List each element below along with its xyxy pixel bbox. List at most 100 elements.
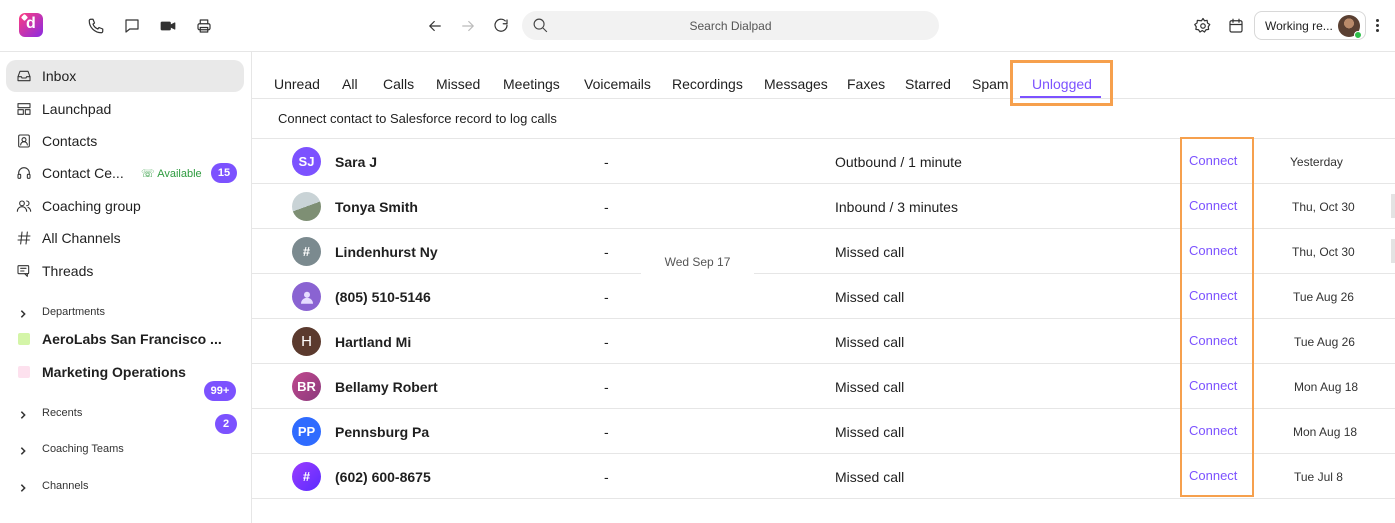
chevron-right-icon [18,306,30,318]
chevron-right-icon [18,443,30,455]
people-icon [16,198,33,215]
department-aerolabs[interactable]: AeroLabs San Francisco ... [18,328,222,350]
record-placeholder: - [604,379,609,395]
contact-avatar: PP [292,417,321,446]
phone-icon[interactable] [86,16,106,36]
highlight-box-connect [1180,137,1254,497]
call-date: Mon Aug 18 [1293,425,1358,439]
record-placeholder: - [604,334,609,350]
calendar-icon[interactable] [1226,16,1246,36]
inbox-icon [16,68,33,85]
record-placeholder: - [604,244,609,260]
contact-avatar: # [292,462,321,491]
contact-name: Tonya Smith [335,199,418,215]
search-input[interactable]: Search Dialpad [522,11,939,40]
call-date: Tue Jul 8 [1294,470,1343,484]
sidebar-item-coaching-group[interactable]: Coaching group [6,190,244,222]
tab-faxes[interactable]: Faxes [847,76,885,92]
sidebar-item-inbox[interactable]: Inbox [6,60,244,92]
avatar[interactable] [1338,15,1362,39]
contact-name: Hartland Mi [335,334,412,350]
section-departments[interactable]: Departments [18,302,105,322]
tab-calls[interactable]: Calls [383,76,414,92]
forward-arrow-icon[interactable] [458,16,478,36]
tab-missed[interactable]: Missed [436,76,480,92]
section-channels[interactable]: Channels [18,476,88,496]
tab-all[interactable]: All [342,76,358,92]
sidebar-item-contact-center[interactable]: Contact Ce... ☏ Available 15 [6,157,244,189]
sidebar-item-threads[interactable]: Threads [6,255,244,287]
department-color-swatch [18,366,30,378]
launchpad-icon [16,101,33,118]
threads-icon [16,263,33,280]
call-detail: Missed call [835,289,905,305]
person-icon [292,282,321,311]
contact-name: (805) 510-5146 [335,289,431,305]
unread-badge: 99+ [204,381,236,401]
call-date: Thu, Oct 30 [1292,245,1355,259]
record-placeholder: - [604,469,609,485]
section-coaching-teams[interactable]: Coaching Teams [18,439,124,459]
kebab-icon[interactable] [1372,17,1382,35]
headset-icon [16,165,33,182]
call-date: Mon Aug 18 [1294,380,1359,394]
hash-icon [16,230,33,247]
refresh-icon[interactable] [491,16,511,36]
gear-icon[interactable] [1193,16,1213,36]
video-icon[interactable] [158,16,178,36]
chevron-right-icon [18,407,30,419]
record-placeholder: - [604,289,609,305]
contact-name: (602) 600-8675 [335,469,431,485]
section-recents[interactable]: Recents [18,403,82,423]
section-label: Departments [42,306,105,318]
contact-photo-avatar [292,192,321,221]
call-detail: Inbound / 3 minutes [835,199,958,215]
online-status-dot [1354,31,1362,39]
chat-icon[interactable] [122,16,142,36]
tab-recordings[interactable]: Recordings [672,76,743,92]
sidebar-item-launchpad[interactable]: Launchpad [6,93,244,125]
sidebar-item-label: Contacts [42,133,98,149]
call-date: Tue Aug 26 [1294,335,1355,349]
call-date: Thu, Oct 30 [1292,200,1355,214]
contacts-icon [16,133,33,150]
department-marketing-operations[interactable]: Marketing Operations [18,361,186,383]
unlogged-subtitle: Connect contact to Salesforce record to … [278,111,557,126]
contact-name: Bellamy Robert [335,379,438,395]
tab-spam[interactable]: Spam [972,76,1009,92]
section-label: Coaching Teams [42,443,124,455]
sidebar: Inbox Launchpad Contacts Contact Ce... ☏… [0,52,252,523]
chevron-right-icon [18,480,30,492]
contact-name: Lindenhurst Ny [335,244,438,260]
search-placeholder: Search Dialpad [689,19,772,33]
department-label: AeroLabs San Francisco ... [42,331,222,347]
availability-status: ☏ Available [141,168,202,180]
sidebar-item-label: All Channels [42,230,121,246]
contact-name: Sara J [335,154,378,170]
fax-icon[interactable] [194,16,214,36]
tab-unread[interactable]: Unread [274,76,320,92]
tab-messages[interactable]: Messages [764,76,828,92]
call-detail: Missed call [835,379,905,395]
contact-avatar: SJ [292,147,321,176]
contact-avatar: # [292,237,321,266]
top-bar: d Search Dialpad Working re... [0,0,1395,52]
inbox-tabs: Unread All Calls Missed Meetings Voicema… [252,52,1395,99]
highlight-box-tab [1010,60,1113,106]
sidebar-item-label: Launchpad [42,101,112,117]
call-detail: Missed call [835,334,905,350]
sidebar-item-all-channels[interactable]: All Channels [6,222,244,254]
tab-meetings[interactable]: Meetings [503,76,560,92]
tab-starred[interactable]: Starred [905,76,951,92]
record-placeholder: - [604,424,609,440]
scrollbar-segment [1391,239,1395,263]
record-placeholder: - [604,154,609,170]
sidebar-item-label: Threads [42,263,94,279]
call-date: Yesterday [1290,155,1343,169]
tab-voicemails[interactable]: Voicemails [584,76,651,92]
back-arrow-icon[interactable] [425,16,445,36]
sidebar-item-contacts[interactable]: Contacts [6,125,244,157]
unread-badge: 2 [215,414,237,434]
dialpad-logo-icon[interactable]: d [19,13,43,37]
call-detail: Missed call [835,424,905,440]
